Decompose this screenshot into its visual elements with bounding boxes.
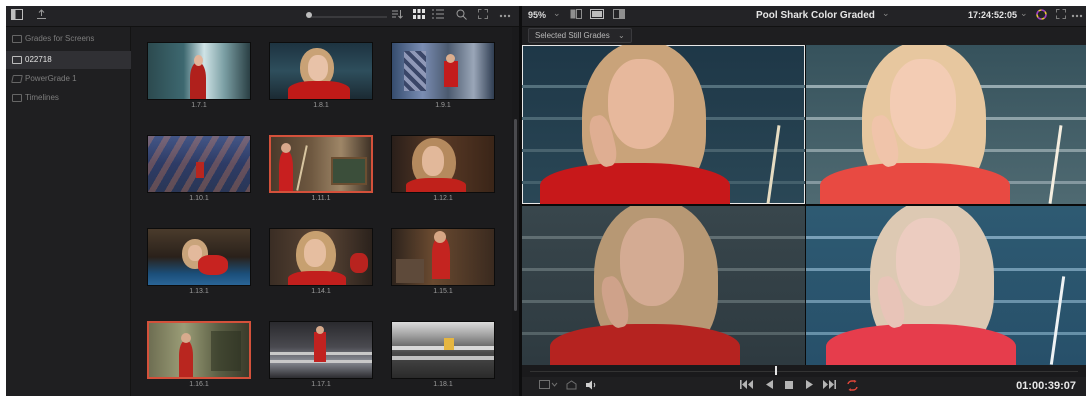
source-timecode-text: 17:24:52:05 xyxy=(968,10,1018,20)
dropdown-label: Selected Still Grades xyxy=(535,31,610,40)
still-label: 1.17.1 xyxy=(311,381,331,388)
still-label: 1.8.1 xyxy=(313,102,329,109)
still-thumbnail-selected[interactable] xyxy=(147,321,251,379)
sidebar-item-label: 022718 xyxy=(25,55,52,64)
still-label: 1.11.1 xyxy=(311,195,331,202)
viewer-toolbar: 95% ⌄ Pool Shark Color Graded ⌄ 17:24:52… xyxy=(522,6,1086,27)
title-chevron-icon: ⌄ xyxy=(882,8,890,18)
wipe-icon[interactable] xyxy=(589,9,605,23)
timeline-title-text: Pool Shark Color Graded xyxy=(756,10,875,21)
more-icon[interactable] xyxy=(1071,9,1083,23)
still-label: 1.16.1 xyxy=(189,381,209,388)
still-thumbnail[interactable] xyxy=(269,228,373,286)
still-label: 1.14.1 xyxy=(311,288,331,295)
play-reverse-icon[interactable] xyxy=(762,380,776,393)
still-thumbnail[interactable] xyxy=(391,135,495,193)
dropdown-chevron-icon: ⌄ xyxy=(617,31,625,40)
timeline-scrubber[interactable] xyxy=(522,365,1086,377)
slider-knob[interactable] xyxy=(306,12,312,18)
still-thumbnail[interactable] xyxy=(269,321,373,379)
gallery-toolbar xyxy=(6,6,519,27)
sidebar-item-powergrade-1[interactable]: PowerGrade 1 xyxy=(6,70,131,88)
zoom-level[interactable]: 95% ⌄ xyxy=(522,6,566,27)
still-label: 1.18.1 xyxy=(433,381,453,388)
still-label: 1.13.1 xyxy=(189,288,209,295)
viewer-quadrant-selected[interactable] xyxy=(522,45,805,204)
list-view-icon[interactable] xyxy=(431,9,445,23)
panel-toggle-icon[interactable] xyxy=(10,9,24,23)
color-wheel-icon[interactable] xyxy=(1034,9,1048,23)
expand-icon[interactable] xyxy=(476,9,490,23)
still-thumbnail[interactable] xyxy=(391,228,495,286)
scrollbar-thumb[interactable] xyxy=(514,119,517,311)
stills-grid: 1.7.1 1.8.1 1.9.1 1.10.1 1.11.1 1.12.1 1… xyxy=(132,27,512,396)
source-timecode[interactable]: 17:24:52:05 ⌄ xyxy=(962,6,1032,27)
zoom-chevron-icon: ⌄ xyxy=(553,8,561,18)
skip-to-end-icon[interactable] xyxy=(821,380,837,393)
viewer-mode-icon[interactable] xyxy=(538,380,560,393)
sidebar-item-label: PowerGrade 1 xyxy=(25,74,77,83)
transport-controls: 01:00:39:07 xyxy=(522,377,1086,396)
highlight-icon[interactable] xyxy=(611,9,627,23)
audio-sync-icon[interactable] xyxy=(564,380,578,393)
still-thumbnail[interactable] xyxy=(147,42,251,100)
playhead[interactable] xyxy=(775,366,777,375)
thumbnail-size-slider[interactable] xyxy=(311,16,387,18)
zoom-level-text: 95% xyxy=(528,10,547,20)
stills-album-icon xyxy=(12,56,22,64)
still-thumbnail[interactable] xyxy=(391,42,495,100)
sidebar-item-label: Timelines xyxy=(25,93,59,102)
sidebar-item-label: Grades for Screens xyxy=(25,34,95,43)
sidebar-item-timelines[interactable]: Timelines xyxy=(6,89,131,107)
still-thumbnail[interactable] xyxy=(391,321,495,379)
still-thumbnail[interactable] xyxy=(269,42,373,100)
still-thumbnail[interactable] xyxy=(147,135,251,193)
grid-view-icon[interactable] xyxy=(412,9,426,23)
sort-icon[interactable] xyxy=(390,9,404,23)
still-grades-dropdown[interactable]: Selected Still Grades ⌄ xyxy=(528,28,632,43)
still-label: 1.15.1 xyxy=(433,288,453,295)
search-icon[interactable] xyxy=(454,9,468,23)
play-icon[interactable] xyxy=(802,380,816,393)
still-thumbnail-selected[interactable] xyxy=(269,135,373,193)
still-label: 1.9.1 xyxy=(435,102,451,109)
viewer-quadrant[interactable] xyxy=(522,206,805,365)
timeline-title[interactable]: Pool Shark Color Graded ⌄ xyxy=(722,6,902,27)
scrubber-track xyxy=(530,371,1078,372)
color-gallery-window: Grades for Screens 022718 PowerGrade 1 T… xyxy=(6,6,1086,396)
stills-scrollbar[interactable] xyxy=(512,27,519,396)
stills-album-icon xyxy=(12,35,22,43)
record-timecode: 01:00:39:07 xyxy=(1016,380,1076,392)
timecode-chevron-icon: ⌄ xyxy=(1020,8,1028,18)
still-label: 1.7.1 xyxy=(191,102,207,109)
viewer-quadrant[interactable] xyxy=(806,206,1086,365)
still-thumbnail[interactable] xyxy=(147,228,251,286)
fullscreen-icon[interactable] xyxy=(1055,9,1067,23)
loop-icon[interactable] xyxy=(844,380,860,393)
still-label: 1.10.1 xyxy=(189,195,209,202)
speaker-icon[interactable] xyxy=(584,380,598,393)
viewer-options-bar: Selected Still Grades ⌄ xyxy=(522,27,1086,45)
powergrade-album-icon xyxy=(11,75,23,83)
upload-icon[interactable] xyxy=(34,9,48,23)
stop-icon[interactable] xyxy=(782,380,796,393)
timeline-album-icon xyxy=(12,94,22,102)
skip-to-start-icon[interactable] xyxy=(738,380,754,393)
viewer-quadrant[interactable] xyxy=(806,45,1086,204)
split-screen-icon[interactable] xyxy=(568,9,584,23)
split-screen-viewer[interactable] xyxy=(522,45,1086,365)
more-icon[interactable] xyxy=(498,9,512,23)
still-label: 1.12.1 xyxy=(433,195,453,202)
sidebar-item-grades-for-screens[interactable]: Grades for Screens xyxy=(6,30,131,48)
album-sidebar: Grades for Screens 022718 PowerGrade 1 T… xyxy=(6,27,131,396)
sidebar-item-022718[interactable]: 022718 xyxy=(6,51,131,69)
